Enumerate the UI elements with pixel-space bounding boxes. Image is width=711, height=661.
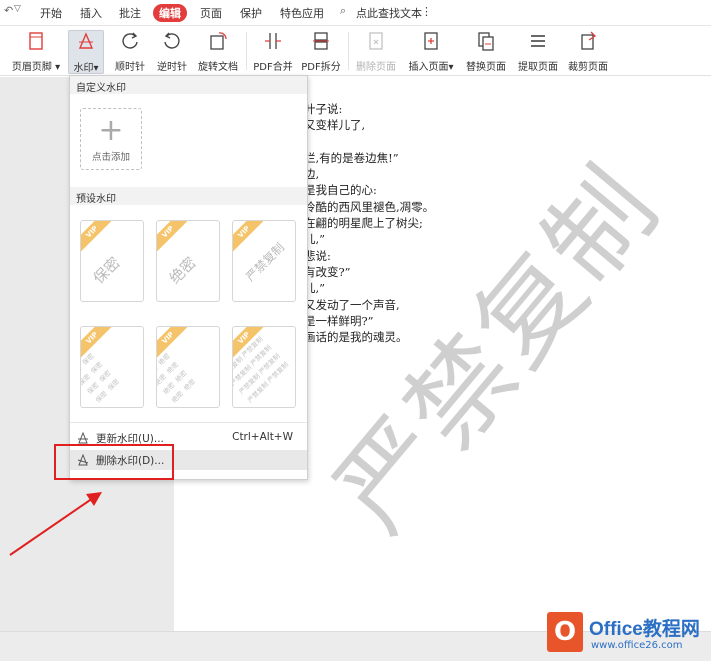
- pdf-split-button[interactable]: PDF拆分: [300, 30, 342, 73]
- vip-badge: VIP: [81, 221, 114, 254]
- vip-badge: VIP: [157, 221, 190, 254]
- add-watermark-label: 点击添加: [91, 152, 130, 163]
- toolbar: 页眉页脚 ▾ 水印▾ 顺时针 逆时针 旋转文档 PDF合并 PDF拆分 删除页面…: [0, 26, 711, 76]
- crop-page-button[interactable]: 裁剪页面: [566, 30, 610, 73]
- office-logo-icon: O: [547, 612, 583, 652]
- insert-page-icon: [424, 32, 438, 50]
- update-watermark-shortcut: Ctrl+Alt+W: [232, 431, 293, 443]
- header-footer-button[interactable]: 页眉页脚 ▾: [10, 30, 62, 73]
- watermark-label: 水印: [73, 63, 94, 74]
- menu-item-protect[interactable]: 保护: [240, 5, 262, 21]
- text-line: 儿,”: [304, 281, 326, 296]
- menu-item-page[interactable]: 页面: [200, 5, 222, 21]
- logo-url: www.office26.com: [591, 640, 683, 651]
- replace-page-button[interactable]: 替换页面: [464, 30, 508, 73]
- custom-watermark-header: 自定义水印: [70, 76, 307, 94]
- watermark-button[interactable]: 水印▾: [68, 30, 104, 74]
- more-icon[interactable]: ⋮: [421, 5, 432, 18]
- highlight-box: [54, 444, 174, 480]
- extract-page-icon: [531, 35, 545, 47]
- logo-title: Office教程网: [589, 619, 700, 640]
- tile-text: 保密: [106, 377, 122, 393]
- extract-page-button[interactable]: 提取页面: [516, 30, 560, 73]
- text-line: 边,: [304, 167, 320, 182]
- dropdown-arrow-icon[interactable]: ▽: [14, 4, 21, 14]
- search-icon[interactable]: ⌕: [340, 4, 346, 18]
- preset-watermark-no-copy[interactable]: VIP 严禁复制: [232, 220, 296, 302]
- text-line: 有改变?”: [304, 264, 351, 279]
- pdf-merge-icon: [265, 33, 281, 49]
- tile-text: 绝密: [182, 377, 198, 393]
- rotate-cw-label: 顺时针: [115, 62, 145, 73]
- pdf-split-label: PDF拆分: [301, 62, 341, 73]
- pdf-split-icon: [313, 32, 329, 50]
- preset-text: 绝密: [165, 253, 200, 288]
- rotate-document-button[interactable]: 旋转文档: [196, 30, 240, 73]
- preset-watermark-tiled-top-secret[interactable]: 绝密 绝密 绝密 绝密 绝密 绝密 绝密 绝密 VIP: [156, 326, 220, 408]
- replace-page-label: 替换页面: [466, 62, 506, 73]
- text-line: 悲说:: [304, 248, 331, 263]
- site-logo: O Office教程网 www.office26.com: [545, 612, 711, 661]
- preset-text: 严禁复制: [243, 240, 288, 285]
- toolbar-divider: [348, 32, 349, 70]
- document-text: 叶子说: 又变样儿了, 烂,有的是卷边焦!” 边, 是我自己的心: 冷酷的西风里…: [304, 101, 434, 345]
- menu-item-features[interactable]: 特色应用: [280, 5, 324, 21]
- undo-icon[interactable]: ↶: [4, 4, 13, 17]
- text-line: 是我自己的心:: [304, 183, 377, 198]
- extract-page-label: 提取页面: [518, 62, 558, 73]
- rotate-ccw-button[interactable]: 逆时针: [154, 30, 190, 73]
- menu-item-insert[interactable]: 插入: [80, 5, 102, 21]
- menu-bar: ↶ ▽ 开始 插入 批注 编辑 页面 保护 特色应用 ⌕ 点此查找文本 ⋮: [0, 0, 711, 26]
- rotate-document-label: 旋转文档: [198, 62, 238, 73]
- replace-page-icon: [478, 32, 494, 51]
- header-footer-label: 页眉页脚: [11, 62, 52, 73]
- watermark-dropdown: 自定义水印 + 点击添加 预设水印 VIP 保密 VIP 绝密 VIP 严禁复制…: [69, 75, 308, 480]
- text-line: 在翩的明星爬上了树尖;: [304, 216, 423, 231]
- crop-page-label: 裁剪页面: [568, 62, 608, 73]
- insert-page-label: 插入页面: [408, 62, 449, 73]
- delete-page-button[interactable]: 删除页面: [354, 30, 398, 73]
- pdf-merge-button[interactable]: PDF合并: [252, 30, 294, 73]
- preset-text: 保密: [89, 253, 124, 288]
- vip-badge: VIP: [233, 221, 266, 254]
- preset-watermark-top-secret[interactable]: VIP 绝密: [156, 220, 220, 302]
- text-line: 又发动了一个声音,: [304, 297, 400, 312]
- text-line: 儿,”: [304, 232, 326, 247]
- menu-item-comment[interactable]: 批注: [119, 5, 141, 21]
- rotate-ccw-label: 逆时针: [157, 62, 187, 73]
- menu-item-start[interactable]: 开始: [40, 5, 62, 21]
- crop-page-icon: [581, 31, 597, 50]
- watermark-icon: [78, 32, 94, 49]
- header-footer-icon: [29, 32, 43, 50]
- annotation-arrow: [9, 492, 102, 556]
- rotate-counterclockwise-icon: [164, 32, 180, 49]
- preset-watermark-secret[interactable]: VIP 保密: [80, 220, 144, 302]
- update-watermark-icon: [78, 432, 88, 444]
- menu-item-edit[interactable]: 编辑: [153, 4, 187, 22]
- tile-text: 绝密: [170, 389, 185, 405]
- preset-watermark-header: 预设水印: [70, 187, 307, 205]
- preset-watermark-tiled-secret[interactable]: 保密 保密 保密 保密 保密 保密 保密 保密 VIP: [80, 326, 144, 408]
- text-line: [304, 134, 434, 150]
- menu-divider: [70, 422, 307, 423]
- text-line: 又变样儿了,: [304, 118, 366, 133]
- delete-page-label: 删除页面: [356, 62, 396, 73]
- text-line: 冷酷的西风里褪色,凋零。: [304, 199, 435, 214]
- add-custom-watermark-button[interactable]: + 点击添加: [80, 108, 142, 170]
- plus-icon: +: [98, 113, 124, 148]
- rotate-document-icon: [210, 32, 227, 50]
- rotate-clockwise-icon: [122, 32, 138, 49]
- toolbar-divider: [246, 32, 247, 70]
- text-line: 叶子说:: [304, 102, 343, 116]
- insert-page-button[interactable]: 插入页面▾: [406, 30, 456, 73]
- text-line: 烂,有的是卷边焦!”: [304, 150, 399, 165]
- search-text[interactable]: 点此查找文本: [356, 5, 422, 21]
- rotate-cw-button[interactable]: 顺时针: [112, 30, 148, 73]
- preset-watermark-tiled-no-copy[interactable]: 严禁复制 严禁复制 严禁复制 严禁复制 严禁复制 严禁复制 严禁复制 严禁复制 …: [232, 326, 296, 408]
- tile-text: 保密: [94, 389, 109, 405]
- delete-page-icon: [369, 32, 383, 50]
- pdf-merge-label: PDF合并: [253, 62, 293, 73]
